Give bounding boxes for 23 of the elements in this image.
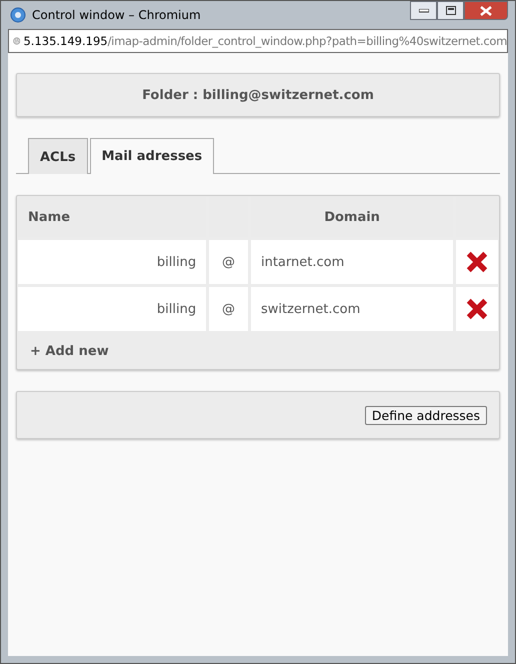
table-cell: @ [209,287,248,331]
table-cell: billing [18,287,206,331]
maximize-button[interactable] [437,1,464,20]
folder-header: Folder : billing@switzernet.com [16,73,500,117]
address-bar[interactable]: 5.135.149.195/imap-admin/folder_control_window.php?path=billing%40switzernet.com [8,29,508,53]
table-cell: switzernet.com [250,287,453,331]
table-cell: intarnet.com [250,240,453,284]
url-path: /imap-admin/folder_control_window.php?path=billing%40switzernet.com [108,34,507,48]
delete-icon[interactable] [466,298,488,320]
close-icon [480,6,492,16]
url-host: 5.135.149.195 [23,34,108,48]
tab[interactable]: ACLs [28,138,88,174]
close-button[interactable] [464,1,508,20]
minimize-button[interactable] [410,1,437,20]
tab[interactable]: Mail adresses [90,138,214,174]
table-cell: billing [18,240,206,284]
table-cell: @ [209,240,248,284]
add-new-link[interactable]: + Add new [30,344,109,358]
delete-icon[interactable] [466,251,488,273]
maximize-icon [446,6,456,15]
window-title: Control window – Chromium [32,8,201,22]
define-addresses-button[interactable]: Define addresses [364,406,487,424]
minimize-icon [418,8,428,12]
